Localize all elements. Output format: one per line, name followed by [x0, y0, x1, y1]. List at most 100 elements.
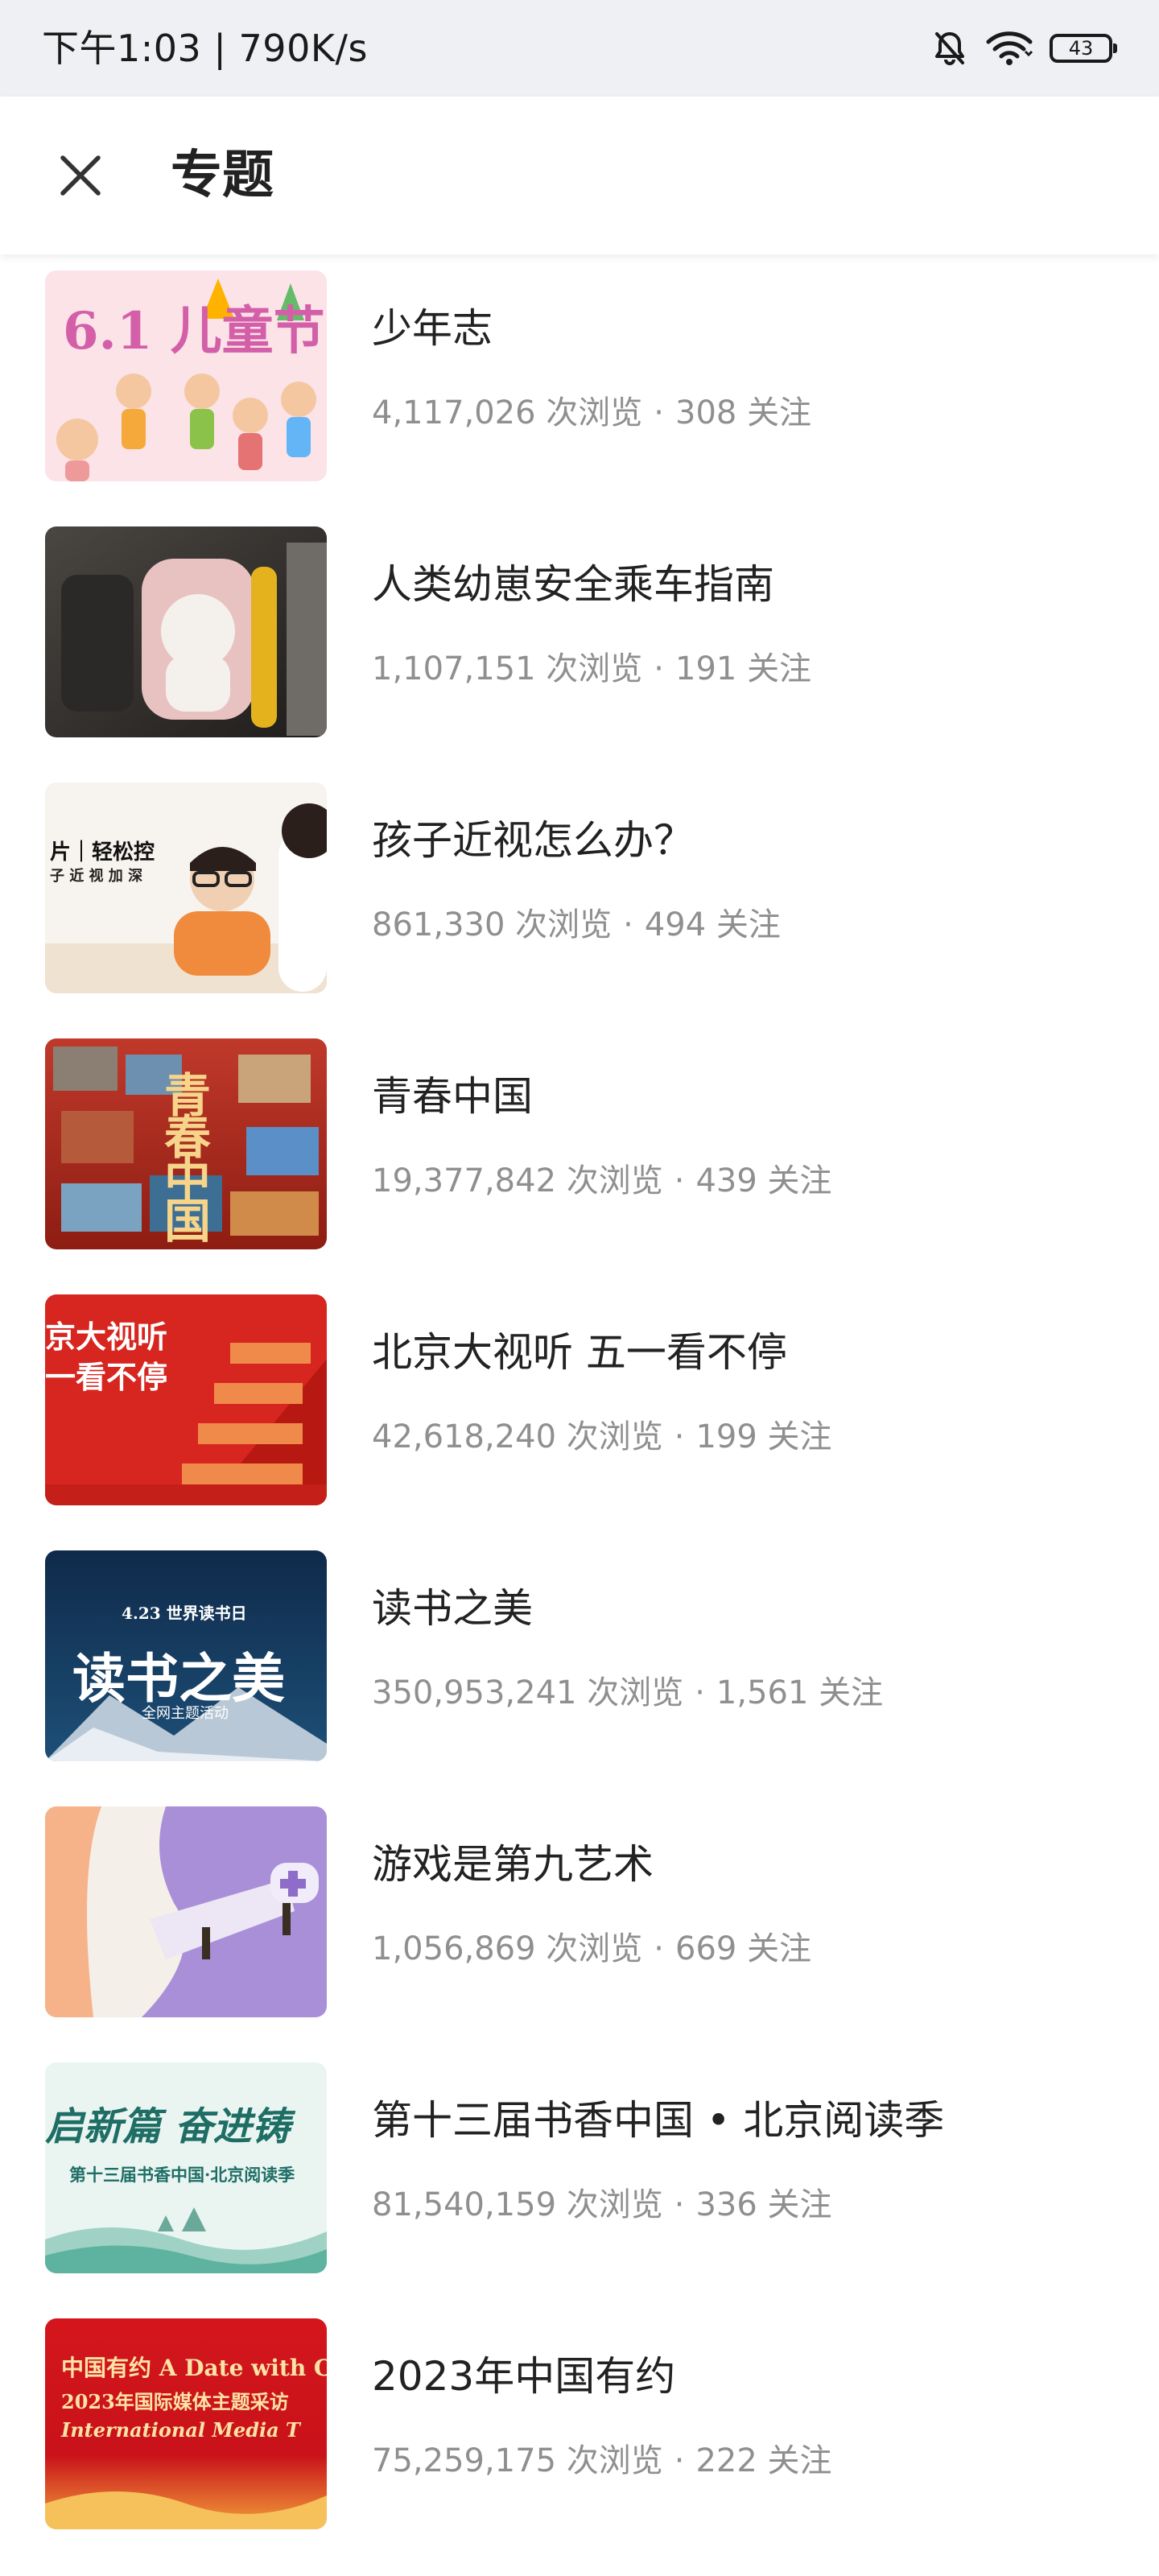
separator: ·: [654, 650, 665, 687]
separator: ·: [674, 1418, 685, 1455]
wifi-icon: [985, 29, 1033, 68]
follows-count: 199: [695, 1418, 757, 1455]
topic-title: 读书之美: [372, 1585, 533, 1632]
follows-count: 191: [675, 650, 737, 687]
separator: ·: [623, 906, 633, 943]
views-count: 1,056,869: [372, 1930, 536, 1967]
topic-stats: 19,377,842 次浏览 · 439 关注: [372, 1161, 832, 1201]
topic-thumbnail: 6.1 儿童节: [45, 270, 327, 481]
topic-stats: 861,330 次浏览 · 494 关注: [372, 905, 781, 945]
topic-item[interactable]: 青春中国 青春中国 19,377,842 次浏览 · 439 关注: [0, 1022, 1159, 1278]
separator: ·: [695, 1674, 705, 1711]
top-app-bar: 专题: [0, 97, 1159, 254]
topic-title: 第十三届书香中国 • 北京阅读季: [372, 2097, 945, 2144]
views-label: 次浏览: [515, 906, 612, 943]
follows-label: 关注: [767, 2442, 832, 2479]
follows-count: 336: [695, 2186, 757, 2223]
thumbnail-subcaption: 4.23 世界读书日: [122, 1604, 247, 1623]
thumbnail-caption: 中国有约 A Date with C: [61, 2355, 327, 2381]
topic-title: 游戏是第九艺术: [372, 1841, 654, 1888]
thumbnail-caption-secondary: 2023年国际媒体主题采访: [61, 2390, 289, 2413]
thumbnail-caption: 6.1 儿童节: [63, 301, 325, 361]
topic-stats: 42,618,240 次浏览 · 199 关注: [372, 1417, 832, 1457]
views-count: 75,259,175: [372, 2442, 557, 2479]
status-time: 下午1:03 | 790K/s: [42, 27, 368, 70]
topic-thumbnail: 启新篇 奋进铸 第十三届书香中国·北京阅读季: [45, 2062, 327, 2273]
separator: ·: [674, 2442, 685, 2479]
separator: ·: [654, 1930, 665, 1967]
follows-count: 222: [695, 2442, 757, 2479]
topic-item[interactable]: 中国有约 A Date with C 2023年国际媒体主题采访 Interna…: [0, 2302, 1159, 2558]
topic-stats: 4,117,026 次浏览 · 308 关注: [372, 393, 811, 433]
battery-level: 43: [1068, 37, 1094, 60]
thumbnail-caption-secondary: 第十三届书香中国·北京阅读季: [69, 2165, 295, 2185]
topic-stats: 81,540,159 次浏览 · 336 关注: [372, 2185, 832, 2225]
close-icon: [60, 155, 101, 196]
follows-count: 669: [675, 1930, 737, 1967]
thumbnail-caption: 青春中国: [156, 1071, 211, 1238]
views-count: 19,377,842: [372, 1162, 557, 1199]
follows-count: 1,561: [716, 1674, 809, 1711]
topic-thumbnail: 京大视听 一看不停: [45, 1294, 327, 1505]
views-count: 81,540,159: [372, 2186, 557, 2223]
follows-label: 关注: [716, 906, 781, 943]
thumbnail-caption-secondary: 子 近 视 加 深: [50, 868, 143, 885]
views-label: 次浏览: [566, 1418, 663, 1455]
thumbnail-caption-secondary: 全网主题活动: [142, 1705, 229, 1722]
views-label: 次浏览: [546, 650, 643, 687]
follows-count: 439: [695, 1162, 757, 1199]
thumbnail-caption-secondary: 一看不停: [45, 1360, 168, 1395]
topic-title: 2023年中国有约: [372, 2353, 676, 2400]
topic-thumbnail: [45, 526, 327, 737]
thumbnail-caption-tertiary: International Media T: [61, 2418, 300, 2442]
separator: ·: [654, 394, 665, 431]
topic-stats: 1,107,151 次浏览 · 191 关注: [372, 649, 811, 689]
follows-count: 308: [675, 394, 737, 431]
views-count: 42,618,240: [372, 1418, 557, 1455]
views-label: 次浏览: [546, 394, 643, 431]
topic-thumbnail: 青春中国: [45, 1038, 327, 1249]
topic-stats: 350,953,241 次浏览 · 1,561 关注: [372, 1673, 883, 1713]
topic-thumbnail: 中国有约 A Date with C 2023年国际媒体主题采访 Interna…: [45, 2318, 327, 2529]
topic-item[interactable]: 京大视听 一看不停 北京大视听 五一看不停 42,618,240 次浏览 · 199…: [0, 1278, 1159, 1534]
views-count: 4,117,026: [372, 394, 536, 431]
topic-stats: 1,056,869 次浏览 · 669 关注: [372, 1929, 811, 1969]
follows-label: 关注: [767, 1162, 832, 1199]
follows-label: 关注: [767, 2186, 832, 2223]
topic-item[interactable]: 片｜轻松控 子 近 视 加 深 孩子近视怎么办？ 861,330 次浏览 · 494…: [0, 766, 1159, 1022]
thumbnail-caption: 片｜轻松控: [50, 840, 155, 865]
thumbnail-caption: 启新篇 奋进铸: [45, 2104, 291, 2149]
views-label: 次浏览: [566, 2186, 663, 2223]
separator: ·: [674, 2186, 685, 2223]
views-count: 350,953,241: [372, 1674, 577, 1711]
follows-label: 关注: [747, 1930, 812, 1967]
topic-title: 青春中国: [372, 1073, 533, 1120]
topic-thumbnail: 片｜轻松控 子 近 视 加 深: [45, 782, 327, 993]
close-button[interactable]: [42, 137, 119, 214]
topic-item[interactable]: 6.1 儿童节 少年志 4,117,026 次浏览 · 308 关注: [0, 254, 1159, 510]
follows-label: 关注: [767, 1418, 832, 1455]
topic-title: 少年志: [372, 305, 493, 352]
thumbnail-caption: 京大视听: [45, 1319, 168, 1355]
status-icons: 43: [930, 23, 1117, 74]
topic-item[interactable]: 人类幼崽安全乘车指南 1,107,151 次浏览 · 191 关注: [0, 510, 1159, 766]
views-label: 次浏览: [566, 2442, 663, 2479]
follows-label: 关注: [819, 1674, 884, 1711]
topic-thumbnail: 4.23 世界读书日 读书之美 全网主题活动: [45, 1550, 327, 1761]
topic-thumbnail: [45, 1806, 327, 2017]
status-bar: 下午1:03 | 790K/s 43: [0, 0, 1159, 97]
topic-stats: 75,259,175 次浏览 · 222 关注: [372, 2441, 832, 2481]
topic-title: 人类幼崽安全乘车指南: [372, 561, 774, 608]
topic-item[interactable]: 启新篇 奋进铸 第十三届书香中国·北京阅读季 第十三届书香中国 • 北京阅读季 …: [0, 2046, 1159, 2302]
mute-bell-icon: [930, 29, 969, 68]
page-title: 专题: [171, 146, 274, 205]
topic-item[interactable]: 4.23 世界读书日 读书之美 全网主题活动 读书之美 350,953,241 …: [0, 1534, 1159, 1790]
views-label: 次浏览: [566, 1162, 663, 1199]
topic-title: 北京大视听 五一看不停: [372, 1329, 787, 1376]
topic-item[interactable]: 游戏是第九艺术 1,056,869 次浏览 · 669 关注: [0, 1790, 1159, 2046]
views-count: 1,107,151: [372, 650, 536, 687]
battery-icon: 43: [1050, 34, 1117, 63]
separator: ·: [674, 1162, 685, 1199]
views-count: 861,330: [372, 906, 505, 943]
follows-label: 关注: [747, 650, 812, 687]
